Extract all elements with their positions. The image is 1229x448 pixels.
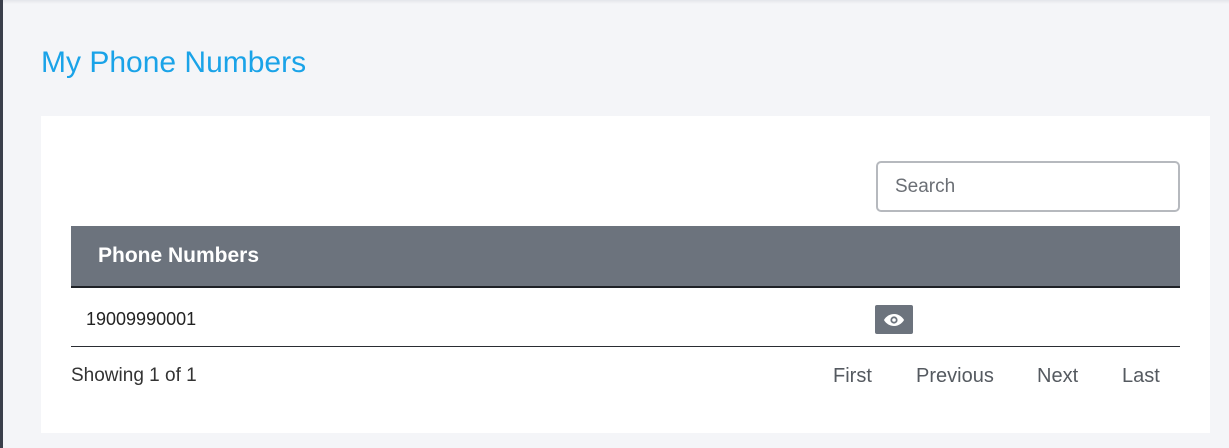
pagination-previous[interactable]: Previous [916, 365, 994, 388]
view-button[interactable] [875, 305, 913, 334]
search-input[interactable] [876, 161, 1180, 212]
page-title: My Phone Numbers [41, 46, 307, 79]
app-frame: My Phone Numbers Phone Numbers 190099900… [0, 0, 1229, 448]
pagination-status: Showing 1 of 1 [71, 365, 197, 386]
pagination-next[interactable]: Next [1037, 365, 1078, 388]
eye-icon [884, 313, 904, 326]
pagination-first[interactable]: First [833, 365, 872, 388]
phone-numbers-card: Phone Numbers 19009990001 Showing 1 of 1… [41, 116, 1210, 433]
table-row: 19009990001 [71, 290, 1180, 347]
pagination-last[interactable]: Last [1122, 365, 1160, 388]
phone-number-cell: 19009990001 [86, 309, 197, 329]
top-bar-shadow [3, 0, 1229, 4]
table-header: Phone Numbers [71, 226, 1180, 288]
column-header-phone-numbers[interactable]: Phone Numbers [98, 244, 259, 268]
sidebar-edge [0, 0, 3, 448]
